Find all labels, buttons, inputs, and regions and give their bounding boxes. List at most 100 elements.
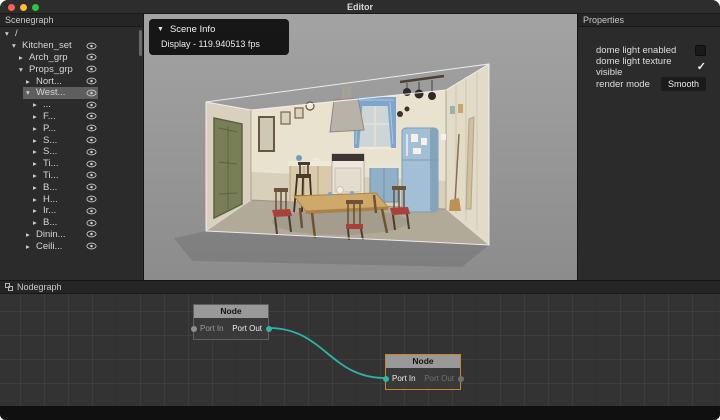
visibility-eye-icon[interactable] bbox=[86, 230, 97, 238]
disclosure-arrow-icon[interactable]: ▸ bbox=[33, 183, 42, 192]
visibility-eye-icon[interactable] bbox=[86, 183, 97, 191]
disclosure-arrow-icon[interactable]: ▸ bbox=[33, 206, 42, 215]
disclosure-arrow-icon[interactable]: ▸ bbox=[33, 171, 42, 180]
visibility-eye-icon[interactable] bbox=[86, 160, 97, 168]
viewport[interactable]: ▼ Scene Info Display - 119.940513 fps bbox=[144, 14, 577, 280]
port-out-label: Port Out bbox=[424, 374, 454, 383]
prim-name: S... bbox=[43, 146, 58, 158]
node-title[interactable]: Node bbox=[194, 305, 268, 318]
dome-light-enabled-checkbox[interactable] bbox=[695, 44, 706, 56]
visibility-eye-icon[interactable] bbox=[86, 101, 97, 109]
nodegraph-canvas[interactable]: Node Port In Port Out Node Port In Port … bbox=[0, 294, 720, 407]
disclosure-arrow-icon[interactable]: ▾ bbox=[5, 29, 14, 38]
disclosure-arrow-icon[interactable]: ▸ bbox=[33, 195, 42, 204]
property-row-dome-light-enabled: dome light enabled bbox=[596, 43, 706, 57]
nodegraph-node[interactable]: Node Port In Port Out bbox=[190, 304, 272, 340]
visibility-eye-icon[interactable] bbox=[86, 148, 97, 156]
port-in-label: Port In bbox=[200, 324, 224, 333]
node-title[interactable]: Node bbox=[386, 355, 460, 368]
minimize-window-button[interactable] bbox=[20, 4, 27, 11]
prim-name: Ti... bbox=[43, 169, 59, 181]
scene-info-header[interactable]: ▼ Scene Info bbox=[157, 24, 281, 35]
scenegraph-tree-row[interactable]: ▸ S... bbox=[0, 134, 143, 146]
visibility-eye-icon[interactable] bbox=[86, 112, 97, 120]
disclosure-arrow-icon[interactable]: ▸ bbox=[33, 124, 42, 133]
nodegraph-node[interactable]: Node Port In Port Out bbox=[382, 354, 464, 390]
disclosure-arrow-icon[interactable]: ▾ bbox=[19, 65, 28, 74]
window-title: Editor bbox=[347, 2, 373, 12]
scenegraph-tree-row[interactable]: ▸ B... bbox=[0, 217, 143, 229]
disclosure-arrow-icon[interactable]: ▸ bbox=[33, 112, 42, 121]
editor-window: Editor Scenegraph ▾ / ▾ Kitchen_set ▸ Ar… bbox=[0, 0, 720, 420]
disclosure-arrow-icon[interactable]: ▸ bbox=[26, 77, 35, 86]
visibility-eye-icon[interactable] bbox=[86, 77, 97, 85]
properties-panel-title: Properties bbox=[583, 15, 625, 25]
visibility-eye-icon[interactable] bbox=[86, 219, 97, 227]
collapse-triangle-icon[interactable]: ▼ bbox=[157, 26, 164, 33]
scenegraph-tree-row[interactable]: ▾ West... bbox=[0, 86, 143, 99]
scenegraph-tree-row[interactable]: ▸ B... bbox=[0, 181, 143, 193]
visibility-eye-icon[interactable] bbox=[86, 207, 97, 215]
visibility-eye-icon[interactable] bbox=[86, 124, 97, 132]
properties-panel: Properties dome light enabled dome light… bbox=[577, 14, 720, 280]
fps-readout: Display - 119.940513 fps bbox=[161, 39, 260, 49]
scene-info-overlay: ▼ Scene Info Display - 119.940513 fps bbox=[149, 19, 289, 55]
nodegraph-panel-title: Nodegraph bbox=[17, 282, 62, 292]
disclosure-arrow-icon[interactable]: ▸ bbox=[26, 242, 35, 251]
scenegraph-tree-row[interactable]: ▸ P... bbox=[0, 122, 143, 134]
scenegraph-tree-row[interactable]: ▸ Arch_grp bbox=[0, 52, 143, 64]
scenegraph-tree-row[interactable]: ▸ Ir... bbox=[0, 205, 143, 217]
visibility-eye-icon[interactable] bbox=[86, 53, 97, 61]
disclosure-arrow-icon[interactable]: ▸ bbox=[33, 100, 42, 109]
scenegraph-tree-row[interactable]: ▾ Props_grp bbox=[0, 63, 143, 75]
scenegraph-tree-row[interactable]: ▸ Dinin... bbox=[0, 229, 143, 241]
visibility-eye-icon[interactable] bbox=[86, 171, 97, 179]
disclosure-arrow-icon[interactable]: ▾ bbox=[12, 41, 21, 50]
scenegraph-tree-row[interactable]: ▸ Ti... bbox=[0, 158, 143, 170]
render-mode-button[interactable]: Smooth bbox=[660, 77, 706, 91]
port-out-dot[interactable] bbox=[457, 375, 464, 382]
close-window-button[interactable] bbox=[8, 4, 15, 11]
port-in-dot[interactable] bbox=[382, 375, 389, 382]
visibility-eye-icon[interactable] bbox=[86, 195, 97, 203]
scenegraph-tree: ▾ / ▾ Kitchen_set ▸ Arch_grp ▾ Props_grp… bbox=[0, 28, 143, 280]
node-body: Port In Port Out bbox=[382, 368, 464, 389]
visibility-eye-icon[interactable] bbox=[86, 136, 97, 144]
nodegraph-wires bbox=[268, 327, 386, 379]
prim-name: Nort... bbox=[36, 75, 62, 87]
node-body: Port In Port Out bbox=[190, 318, 272, 339]
scenegraph-tree-row[interactable]: ▾ Kitchen_set bbox=[0, 40, 143, 52]
visibility-eye-icon[interactable] bbox=[86, 242, 97, 250]
scenegraph-tree-row[interactable]: ▸ Ceili... bbox=[0, 240, 143, 252]
disclosure-arrow-icon[interactable]: ▸ bbox=[26, 230, 35, 239]
scenegraph-tree-row[interactable]: ▾ / bbox=[0, 28, 143, 40]
scenegraph-tree-row[interactable]: ▸ ... bbox=[0, 99, 143, 111]
scenegraph-scrollbar[interactable] bbox=[139, 30, 142, 56]
zoom-window-button[interactable] bbox=[32, 4, 39, 11]
nodegraph-icon bbox=[5, 283, 13, 291]
scene-info-title: Scene Info bbox=[169, 24, 216, 35]
disclosure-arrow-icon[interactable]: ▸ bbox=[33, 147, 42, 156]
disclosure-arrow-icon[interactable]: ▾ bbox=[26, 88, 35, 97]
disclosure-arrow-icon[interactable]: ▸ bbox=[33, 159, 42, 168]
scenegraph-tree-row[interactable]: ▸ S... bbox=[0, 146, 143, 158]
scenegraph-tree-row[interactable]: ▸ Ti... bbox=[0, 170, 143, 182]
disclosure-arrow-icon[interactable]: ▸ bbox=[19, 53, 28, 62]
scenegraph-tree-row[interactable]: ▸ F... bbox=[0, 111, 143, 123]
scenegraph-panel-header: Scenegraph bbox=[0, 14, 143, 27]
visibility-eye-icon[interactable] bbox=[86, 65, 97, 73]
disclosure-arrow-icon[interactable]: ▸ bbox=[33, 136, 42, 145]
visibility-eye-icon[interactable] bbox=[86, 42, 97, 50]
dome-light-texture-visible-checkmark-icon[interactable]: ✓ bbox=[697, 61, 706, 73]
scenegraph-panel-title: Scenegraph bbox=[5, 15, 54, 25]
property-label: dome light texture visible bbox=[596, 56, 672, 78]
scenegraph-tree-row[interactable]: ▸ H... bbox=[0, 193, 143, 205]
main-area: Scenegraph ▾ / ▾ Kitchen_set ▸ Arch_grp bbox=[0, 14, 720, 280]
visibility-eye-icon[interactable] bbox=[86, 89, 97, 97]
prim-name: S... bbox=[43, 134, 58, 146]
scenegraph-tree-row[interactable]: ▸ Nort... bbox=[0, 75, 143, 87]
console-bar bbox=[0, 406, 720, 420]
port-out-dot[interactable] bbox=[265, 325, 272, 332]
disclosure-arrow-icon[interactable]: ▸ bbox=[33, 218, 42, 227]
port-in-dot[interactable] bbox=[190, 325, 197, 332]
